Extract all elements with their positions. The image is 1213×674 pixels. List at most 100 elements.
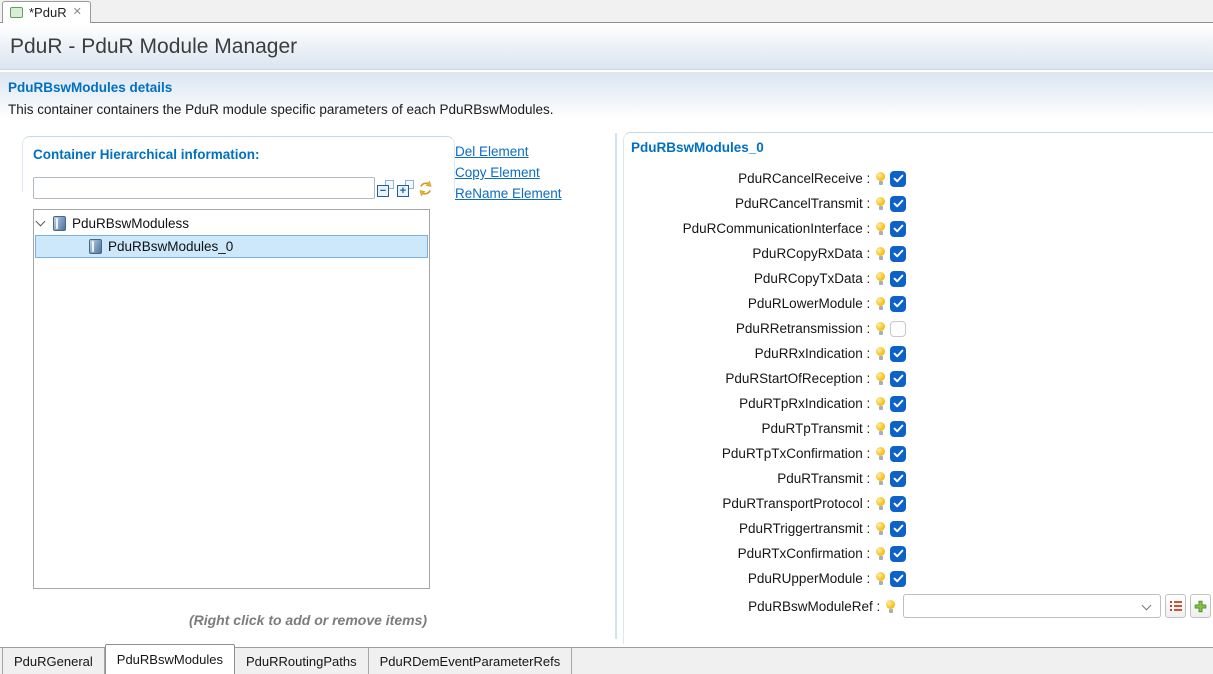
parameter-row: PduRStartOfReception : (625, 366, 906, 391)
parameter-row: PduRRetransmission : (625, 316, 906, 341)
title-header: PduR - PduR Module Manager (0, 24, 1213, 70)
tree-item-label: PduRBswModules_0 (108, 239, 233, 254)
parameter-bulb-icon (876, 197, 885, 210)
PduRCommunicationInterface-checkbox[interactable] (890, 221, 906, 237)
expand-all-icon[interactable]: + (397, 180, 414, 197)
parameter-list: PduRCancelReceive : PduRCancelTransmit :… (625, 166, 906, 591)
colon: : (863, 271, 874, 286)
parameter-row: PduRRxIndication : (625, 341, 906, 366)
copy-element-link[interactable]: Copy Element (455, 165, 562, 180)
tree-item-PduRBswModuless[interactable]: PduRBswModuless (34, 212, 429, 235)
page-title: PduR - PduR Module Manager (10, 35, 297, 59)
check-icon (893, 224, 904, 233)
parameter-bulb-icon (876, 472, 885, 485)
parameter-row: PduRTpTxConfirmation : (625, 441, 906, 466)
add-reference-button[interactable] (1190, 594, 1211, 618)
colon: : (863, 546, 874, 561)
check-icon (893, 549, 904, 558)
glyph: − (377, 185, 389, 197)
parameter-label: PduRStartOfReception (725, 371, 862, 386)
del-element-link[interactable]: Del Element (455, 144, 562, 159)
parameter-row: PduRCopyTxData : (625, 266, 906, 291)
PduRRxIndication-checkbox[interactable] (890, 346, 906, 362)
parameter-bulb-icon (886, 600, 895, 613)
PduRTpTransmit-checkbox[interactable] (890, 421, 906, 437)
parameter-bulb-icon (876, 172, 885, 185)
parameter-row: PduRUpperModule : (625, 566, 906, 591)
PduRCopyRxData-checkbox[interactable] (890, 246, 906, 262)
PduRStartOfReception-checkbox[interactable] (890, 371, 906, 387)
collapse-all-icon[interactable]: − (377, 180, 394, 197)
PduRTpRxIndication-checkbox[interactable] (890, 396, 906, 412)
parameter-bulb-icon (876, 497, 885, 510)
PduRCancelReceive-checkbox[interactable] (890, 171, 906, 187)
colon: : (863, 471, 874, 486)
check-icon (893, 249, 904, 258)
bsw-module-ref-combobox[interactable] (903, 594, 1161, 618)
PduRUpperModule-checkbox[interactable] (890, 571, 906, 587)
PduRCancelTransmit-checkbox[interactable] (890, 196, 906, 212)
container-icon (89, 239, 102, 254)
refresh-icon[interactable] (417, 180, 434, 197)
PduRTxConfirmation-checkbox[interactable] (890, 546, 906, 562)
parameter-label: PduRCancelReceive (738, 171, 863, 186)
PduRTpTxConfirmation-checkbox[interactable] (890, 446, 906, 462)
PduRTransmit-checkbox[interactable] (890, 471, 906, 487)
editor-tab-label: *PduR (29, 5, 67, 20)
parameter-bulb-icon (876, 222, 885, 235)
parameter-label: PduRTransportProtocol (722, 496, 862, 511)
PduRRetransmission-checkbox[interactable] (890, 321, 906, 337)
parameter-bulb-icon (876, 447, 885, 460)
chevron-down-icon[interactable] (1142, 601, 1152, 611)
parameter-row: PduRCancelReceive : (625, 166, 906, 191)
parameter-label: PduRTpTxConfirmation (722, 446, 863, 461)
colon: : (863, 446, 874, 461)
check-icon (893, 499, 904, 508)
check-icon (893, 199, 904, 208)
PduRCopyTxData-checkbox[interactable] (890, 271, 906, 287)
close-icon[interactable]: ✕ (73, 7, 82, 18)
tab-PduRRoutingPaths[interactable]: PduRRoutingPaths (235, 648, 369, 674)
tree-filter-input[interactable] (33, 177, 375, 199)
colon: : (863, 171, 874, 186)
parameter-bulb-icon (876, 547, 885, 560)
PduRTriggertransmit-checkbox[interactable] (890, 521, 906, 537)
container-tree[interactable]: PduRBswModuless PduRBswModules_0 (33, 209, 430, 589)
tab-PduRGeneral[interactable]: PduRGeneral (2, 648, 105, 674)
details-header: PduRBswModules details This container co… (0, 72, 1213, 133)
panel-divider[interactable] (615, 133, 617, 639)
tree-toolbar: −+ (377, 180, 434, 197)
PduRLowerModule-checkbox[interactable] (890, 296, 906, 312)
parameter-bulb-icon (876, 297, 885, 310)
editor-tab-pdur[interactable]: *PduR ✕ (2, 1, 91, 23)
list-icon (1170, 599, 1182, 613)
colon: : (863, 521, 874, 536)
parameter-bulb-icon (876, 422, 885, 435)
details-heading: PduRBswModules details (8, 80, 172, 95)
tree-item-PduRBswModules_0[interactable]: PduRBswModules_0 (35, 235, 428, 258)
chevron-down-icon[interactable] (36, 217, 46, 227)
parameter-label: PduRRetransmission (736, 321, 863, 336)
parameter-label: PduRUpperModule (748, 571, 863, 586)
tab-PduRDemEventParameterRefs[interactable]: PduRDemEventParameterRefs (369, 648, 573, 674)
parameter-label: PduRCopyTxData (754, 271, 863, 286)
PduRTransportProtocol-checkbox[interactable] (890, 496, 906, 512)
colon: : (863, 221, 874, 236)
colon: : (863, 371, 874, 386)
parameter-label: PduRRxIndication (755, 346, 863, 361)
parameter-bulb-icon (876, 322, 885, 335)
rename-element-link[interactable]: ReName Element (455, 186, 562, 201)
check-icon (893, 174, 904, 183)
bsw-module-ref-row: PduRBswModuleRef : (625, 593, 1211, 619)
ref-list-button[interactable] (1165, 594, 1186, 618)
parameter-label: PduRCommunicationInterface (683, 221, 863, 236)
colon: : (863, 246, 874, 261)
parameter-row: PduRCopyRxData : (625, 241, 906, 266)
tab-PduRBswModules[interactable]: PduRBswModules (105, 644, 235, 674)
parameter-label: PduRCopyRxData (752, 246, 862, 261)
parameter-bulb-icon (876, 372, 885, 385)
form-editor-icon (10, 7, 23, 18)
container-icon (53, 216, 66, 231)
parameter-label: PduRTriggertransmit (739, 521, 863, 536)
parameter-label: PduRBswModuleRef (748, 599, 873, 614)
